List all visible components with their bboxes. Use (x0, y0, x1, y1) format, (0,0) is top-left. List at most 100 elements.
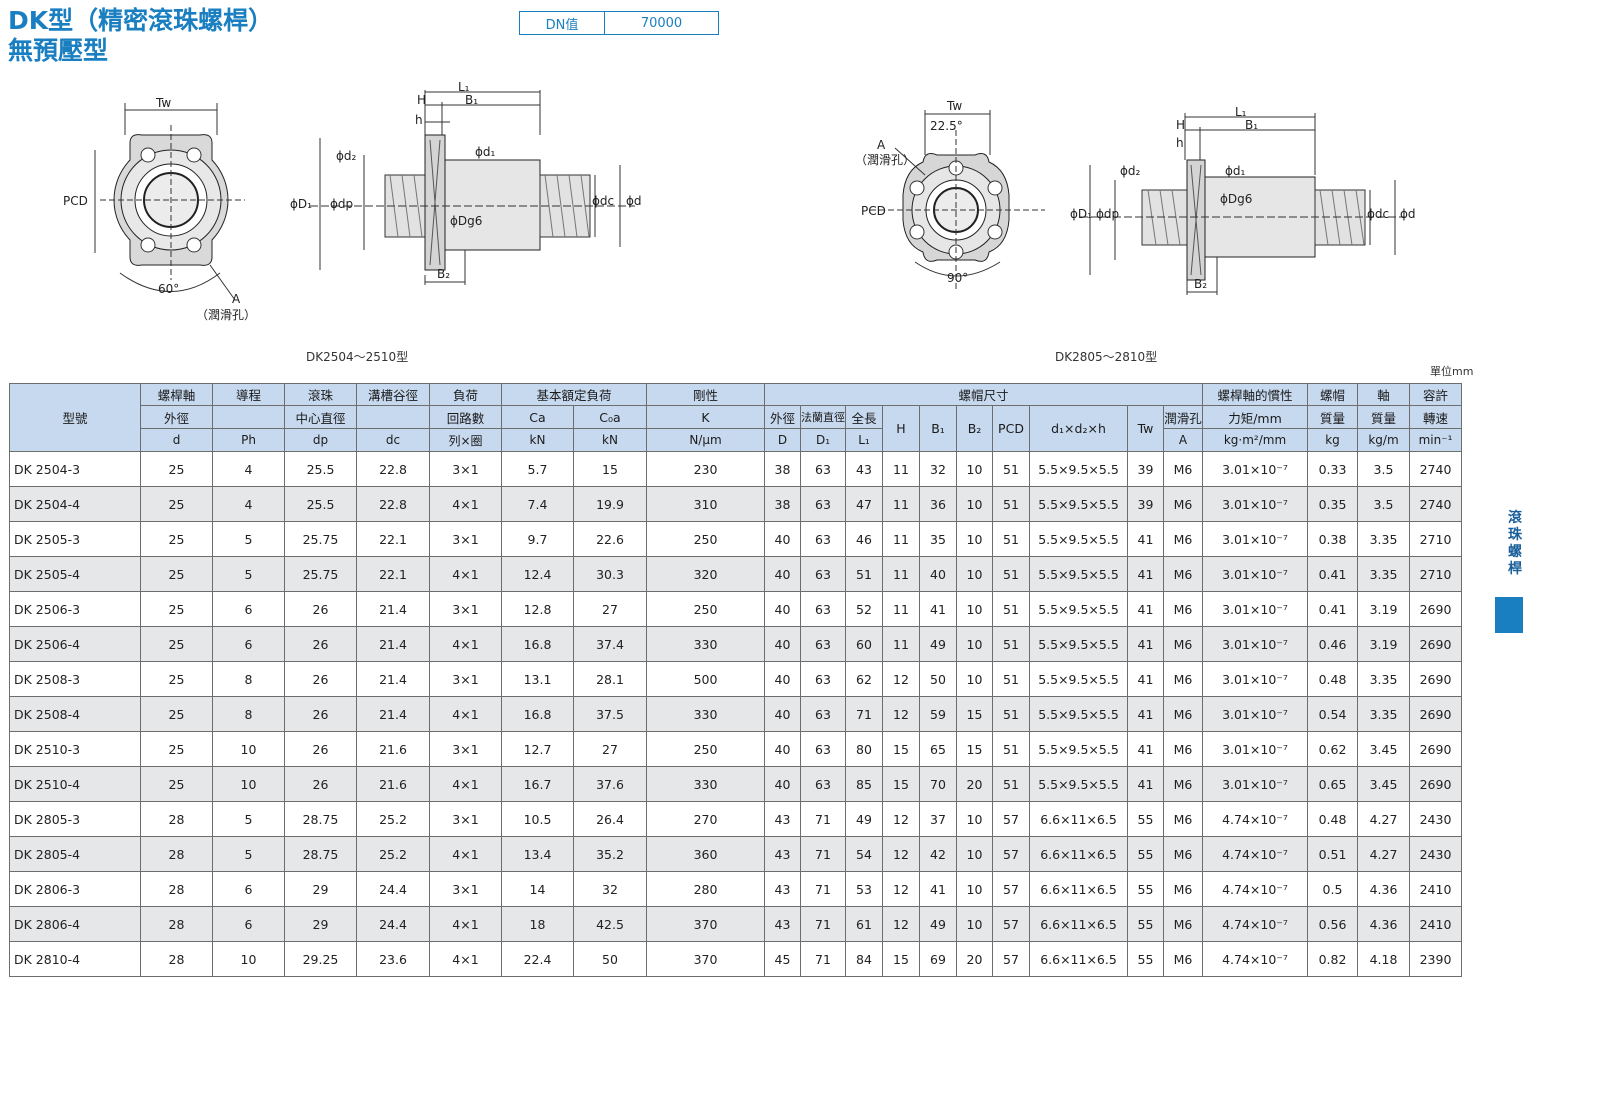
col-outer-3: D (764, 428, 801, 452)
col-length-3: L₁ (845, 428, 883, 452)
col-nut-mass-3: kg (1307, 428, 1358, 452)
dp-label: ϕdp (330, 197, 353, 211)
dn-value-box: DN值 70000 (519, 11, 719, 35)
table-cell: 5.5×9.5×5.5 (1029, 626, 1128, 662)
table-cell: 250 (646, 591, 765, 627)
table-cell: 57 (992, 871, 1030, 907)
table-cell: 29 (284, 906, 357, 942)
table-cell: 25.75 (284, 556, 357, 592)
table-cell: 22.1 (356, 521, 430, 557)
table-cell: 41 (1127, 766, 1164, 802)
page-title: DK型（精密滾珠螺桿） 無預壓型 (8, 6, 273, 66)
model-cell: DK 2806-4 (9, 906, 141, 942)
table-cell: 25 (140, 521, 213, 557)
table-cell: 22.4 (501, 941, 574, 977)
col-lead-3: Ph (212, 428, 285, 452)
table-cell: 41 (1127, 556, 1164, 592)
sidebar-section-label: 滾珠螺桿 (1508, 510, 1522, 577)
h-label: H (417, 93, 426, 107)
table-cell: 37.4 (573, 626, 647, 662)
table-cell: 18 (501, 906, 574, 942)
table-cell: 22.8 (356, 451, 430, 487)
table-cell: 3.45 (1357, 731, 1410, 767)
model-cell: DK 2805-4 (9, 836, 141, 872)
d1-label-right: ϕd₁ (1225, 164, 1246, 178)
table-cell: 43 (764, 836, 801, 872)
table-row: DK 2505-3 25 5 25.75 22.1 3×1 9.7 22.6 250 40 63 46… (9, 521, 1462, 557)
sidebar-section-tab[interactable] (1495, 597, 1523, 633)
table-cell: 51 (992, 556, 1030, 592)
table-row: DK 2506-4 25 6 26 21.4 4×1 16.8 37.4 330 40 63 60 11… (9, 626, 1462, 662)
table-cell: 3.19 (1357, 591, 1410, 627)
b1-label: B₁ (465, 93, 478, 107)
table-cell: 5.5×9.5×5.5 (1029, 556, 1128, 592)
pcd-label-right: PCD (861, 204, 886, 218)
model-cell: DK 2510-4 (9, 766, 141, 802)
table-cell: 2690 (1409, 626, 1462, 662)
table-cell: 0.48 (1307, 801, 1358, 837)
table-cell: 5.5×9.5×5.5 (1029, 766, 1128, 802)
table-cell: 0.33 (1307, 451, 1358, 487)
table-cell: 37.5 (573, 696, 647, 732)
lube-hole-label-right: （潤滑孔） (855, 153, 915, 167)
table-cell: 3.01×10⁻⁷ (1202, 696, 1308, 732)
table-cell: 0.82 (1307, 941, 1358, 977)
table-cell: 55 (1127, 906, 1164, 942)
table-cell: 57 (992, 941, 1030, 977)
table-cell: 10 (956, 591, 993, 627)
table-cell: 3×1 (429, 451, 502, 487)
table-cell: 21.4 (356, 626, 430, 662)
table-cell: 6.6×11×6.5 (1029, 871, 1128, 907)
table-cell: 46 (845, 521, 883, 557)
table-cell: 4×1 (429, 836, 502, 872)
table-cell: 40 (764, 696, 801, 732)
table-cell: 63 (800, 661, 846, 697)
model-cell: DK 2504-3 (9, 451, 141, 487)
table-cell: 28 (140, 801, 213, 837)
table-cell: 32 (919, 451, 957, 487)
table-cell: 32 (573, 871, 647, 907)
col-nut-mass-1: 螺帽 (1307, 383, 1358, 406)
table-cell: 60 (845, 626, 883, 662)
table-cell: 49 (919, 906, 957, 942)
table-cell: 21.6 (356, 731, 430, 767)
table-cell: 10 (956, 486, 993, 522)
table-cell: 10 (956, 451, 993, 487)
table-cell: 6.6×11×6.5 (1029, 836, 1128, 872)
table-cell: 3×1 (429, 731, 502, 767)
table-cell: 51 (845, 556, 883, 592)
table-cell: 63 (800, 451, 846, 487)
table-row: DK 2805-3 28 5 28.75 25.2 3×1 10.5 26.4 270 43 71 4… (9, 801, 1462, 837)
table-cell: 62 (845, 661, 883, 697)
table-cell: 42.5 (573, 906, 647, 942)
table-cell: 40 (764, 731, 801, 767)
table-cell: 20 (956, 766, 993, 802)
table-cell: 43 (764, 871, 801, 907)
table-cell: 41 (1127, 661, 1164, 697)
table-cell: 29 (284, 871, 357, 907)
table-row: DK 2508-3 25 8 26 21.4 3×1 13.1 28.1 500 40 63 62 12… (9, 661, 1462, 697)
table-cell: 4.36 (1357, 871, 1410, 907)
col-outer-2: 外徑 (764, 405, 801, 429)
table-cell: 10 (212, 731, 285, 767)
col-groove-1: 溝槽谷徑 (356, 383, 430, 406)
table-cell: 28.1 (573, 661, 647, 697)
table-cell: 85 (845, 766, 883, 802)
table-cell: 8 (212, 661, 285, 697)
table-cell: 6.6×11×6.5 (1029, 801, 1128, 837)
col-shaft-1: 螺桿軸 (140, 383, 213, 406)
table-cell: 43 (764, 906, 801, 942)
table-cell: 22.6 (573, 521, 647, 557)
table-cell: 4×1 (429, 906, 502, 942)
table-cell: 63 (800, 521, 846, 557)
table-cell: 40 (764, 556, 801, 592)
title-line2: 無預壓型 (8, 36, 109, 65)
table-cell: 4.18 (1357, 941, 1410, 977)
table-cell: M6 (1163, 836, 1203, 872)
table-cell: 3.01×10⁻⁷ (1202, 556, 1308, 592)
table-cell: 65 (919, 731, 957, 767)
table-row: DK 2806-3 28 6 29 24.4 3×1 14 32 280 43 71 53 12 41 10… (9, 871, 1462, 907)
table-cell: 6.6×11×6.5 (1029, 906, 1128, 942)
table-cell: 40 (764, 766, 801, 802)
table-cell: 52 (845, 591, 883, 627)
